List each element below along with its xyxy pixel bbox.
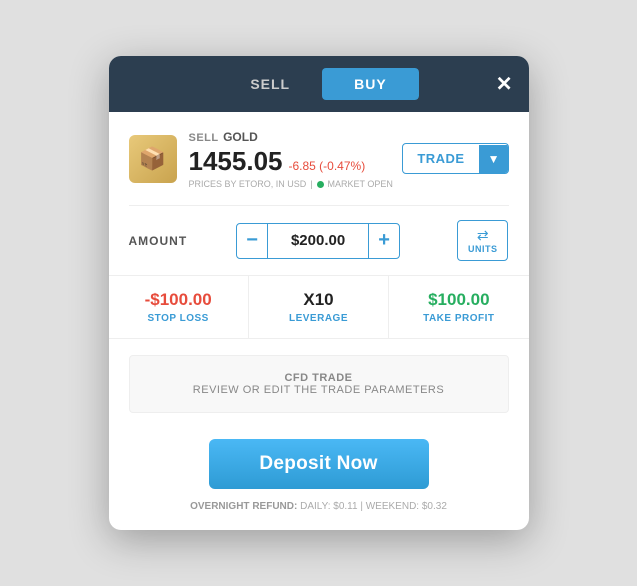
params-row: -$100.00 STOP LOSS X10 LEVERAGE $100.00 … [109,275,529,339]
cfd-title: CFD TRADE [150,372,488,384]
price-change: -6.85 (-0.47%) [288,159,365,173]
market-open-dot [317,181,324,188]
overnight-refund: OVERNIGHT REFUND: DAILY: $0.11 | WEEKEND… [109,489,529,530]
tab-group: SELL BUY [218,68,418,100]
overnight-daily: DAILY: $0.11 [300,501,357,512]
asset-left: 📦 SELL GOLD 1455.05 -6.85 (-0.47%) PRICE… [129,128,393,189]
price-row: 1455.05 -6.85 (-0.47%) [189,146,393,177]
cfd-subtitle: REVIEW OR EDIT THE TRADE PARAMETERS [150,384,488,396]
trade-btn-label: TRADE [403,144,478,173]
leverage-cell[interactable]: X10 LEVERAGE [249,276,389,338]
trade-btn-arrow-icon[interactable]: ▼ [479,145,508,173]
units-label: UNITS [468,244,498,254]
stop-loss-value: -$100.00 [119,290,238,310]
tab-sell[interactable]: SELL [218,68,322,100]
amount-controls: − + [236,223,400,259]
units-button[interactable]: ⇄ UNITS [457,220,509,261]
stop-loss-label: STOP LOSS [119,313,238,324]
tab-buy[interactable]: BUY [322,68,419,100]
amount-label: AMOUNT [129,234,188,248]
trade-button[interactable]: TRADE ▼ [402,143,508,174]
leverage-label: LEVERAGE [259,313,378,324]
trade-modal: SELL BUY ✕ 📦 SELL GOLD 1455.05 -6.85 (-0… [109,56,529,530]
leverage-value: X10 [259,290,378,310]
deposit-section: Deposit Now [109,429,529,489]
cfd-info: CFD TRADE REVIEW OR EDIT THE TRADE PARAM… [129,355,509,413]
amount-input[interactable] [268,223,368,259]
deposit-now-button[interactable]: Deposit Now [209,439,429,489]
asset-info: SELL GOLD 1455.05 -6.85 (-0.47%) PRICES … [189,128,393,189]
asset-price: 1455.05 [189,146,283,177]
price-source: PRICES BY ETORO, IN USD | MARKET OPEN [189,179,393,189]
take-profit-value: $100.00 [399,290,518,310]
amount-decrease-button[interactable]: − [236,223,268,259]
modal-header: SELL BUY ✕ [109,56,529,112]
units-swap-icon: ⇄ [477,227,489,244]
asset-icon: 📦 [129,135,177,183]
close-button[interactable]: ✕ [496,72,513,97]
asset-row: 📦 SELL GOLD 1455.05 -6.85 (-0.47%) PRICE… [109,112,529,205]
overnight-weekend: WEEKEND: $0.32 [366,501,447,512]
sell-label: SELL [189,132,219,144]
amount-increase-button[interactable]: + [368,223,400,259]
take-profit-cell[interactable]: $100.00 TAKE PROFIT [389,276,528,338]
stop-loss-cell[interactable]: -$100.00 STOP LOSS [109,276,249,338]
take-profit-label: TAKE PROFIT [399,313,518,324]
asset-name: GOLD [223,130,258,144]
amount-row: AMOUNT − + ⇄ UNITS [109,206,529,275]
overnight-label: OVERNIGHT REFUND: [190,501,297,512]
